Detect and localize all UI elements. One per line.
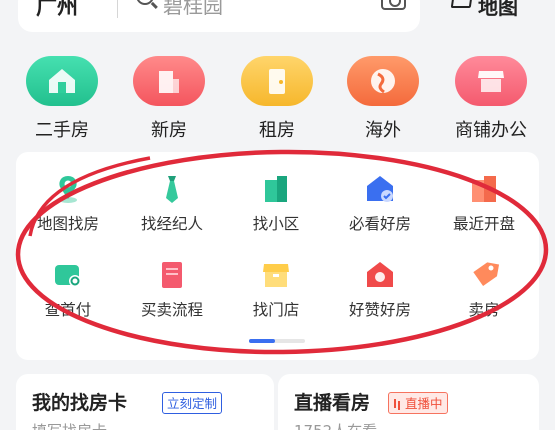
tie-icon [157,174,187,204]
nav-down-payment[interactable]: 查首付 [16,260,120,320]
nav-praise-home[interactable]: 好赞好房 [328,260,432,320]
wallet-search-icon [53,260,83,290]
card-title: 直播看房 [294,392,371,414]
nav-must-see[interactable]: 必看好房 [328,174,432,234]
shop-icon [455,56,527,106]
customize-tag[interactable]: 立刻定制 [162,392,223,414]
live-badge: 直播中 [388,392,448,414]
praise-house-icon [365,260,395,290]
nav-label: 好赞好房 [348,301,411,319]
divider [117,0,118,18]
nav-label: 找小区 [252,215,300,233]
nav-second-hand[interactable]: 二手房 [12,56,112,142]
nav-trade-process[interactable]: 买卖流程 [120,260,224,320]
nav-find-store[interactable]: 找门店 [224,260,328,320]
city-selector[interactable]: 广州 [36,0,78,21]
house-card[interactable]: 我的找房卡 立刻定制 填写找房卡 [16,374,274,430]
heart-house-icon [365,174,395,204]
nav-label: 租房 [259,120,295,141]
nav-label: 买卖流程 [140,301,203,319]
globe-icon [347,56,419,106]
nav-overseas[interactable]: 海外 [333,56,433,142]
nav-label: 商铺办公 [455,120,527,141]
door-icon [241,56,313,106]
nav-find-agent[interactable]: 找经纪人 [120,174,224,234]
nav-recent-open[interactable]: 最近开盘 [432,174,536,234]
nav-map-search[interactable]: 地图找房 [16,174,120,234]
building-icon [133,56,205,106]
secondary-nav-panel: 地图找房 找经纪人 找小区 必看好房 最近开盘 查首付 买卖流程 找门店 好赞好… [16,152,539,360]
nav-label: 查首付 [44,301,92,319]
nav-rent[interactable]: 租房 [227,56,327,142]
nav-label: 海外 [365,120,401,141]
store-icon [261,260,291,290]
nav-sell-home[interactable]: 卖房 [432,260,536,320]
card-subtitle: 填写找房卡 [32,420,107,430]
nav-label: 二手房 [35,120,89,141]
nav-label: 卖房 [468,301,500,319]
nav-label: 地图找房 [36,215,99,233]
book-icon [157,260,187,290]
community-icon [261,174,291,204]
map-icon[interactable] [450,0,474,8]
house-icon [26,56,98,106]
primary-nav: 二手房 新房 租房 海外 商铺办公 [0,56,555,146]
nav-label: 找经纪人 [140,215,203,233]
nav-find-community[interactable]: 找小区 [224,174,328,234]
search-input[interactable]: 碧桂园 [163,0,223,19]
page-indicator [249,339,305,343]
opening-icon [469,174,499,204]
nav-commercial[interactable]: 商铺办公 [441,56,541,142]
nav-label: 最近开盘 [452,215,515,233]
card-title: 我的找房卡 [32,392,128,414]
page-indicator-active [249,339,275,343]
map-pin-icon [53,174,83,204]
camera-icon[interactable] [381,0,406,10]
nav-new-home[interactable]: 新房 [119,56,219,142]
card-subtitle: 1752人在看 [294,420,377,430]
nav-label: 找门店 [252,301,300,319]
map-button-label[interactable]: 地图 [478,0,518,20]
price-tag-icon [469,260,500,290]
nav-label: 必看好房 [348,215,411,233]
nav-label: 新房 [151,120,187,141]
top-bar: 广州 碧桂园 地图 [0,0,555,36]
live-card[interactable]: 直播看房 直播中 1752人在看 [278,374,539,430]
